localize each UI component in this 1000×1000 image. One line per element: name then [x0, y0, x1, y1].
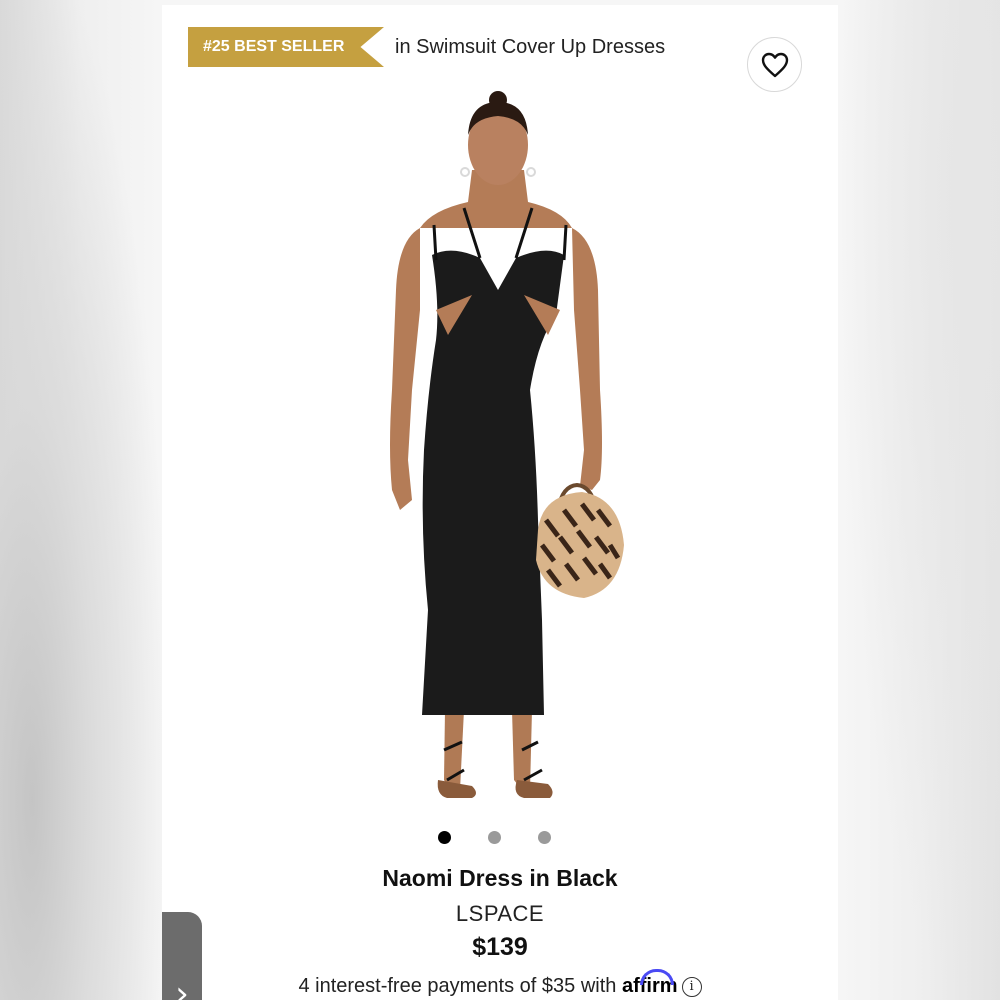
product-brand[interactable]: LSPACE — [162, 901, 838, 927]
chevron-right-icon: › — [175, 974, 189, 1000]
product-card: #25 BEST SELLER in Swimsuit Cover Up Dre… — [162, 5, 838, 1000]
background-left — [0, 0, 162, 1000]
best-seller-category[interactable]: in Swimsuit Cover Up Dresses — [395, 36, 665, 59]
next-image-tab[interactable]: › — [162, 912, 202, 1000]
product-price: $139 — [472, 933, 528, 961]
heart-icon — [761, 52, 788, 77]
financing-text: 4 interest-free payments of $35 with — [298, 975, 617, 997]
background-right — [838, 0, 1000, 1000]
pagination-dot-2[interactable] — [488, 831, 501, 844]
pagination-dot-3[interactable] — [538, 831, 551, 844]
product-image[interactable] — [352, 90, 652, 820]
affirm-logo: affirm — [622, 969, 678, 997]
affirm-financing: 4 interest-free payments of $35 with aff… — [162, 969, 838, 998]
pagination-dot-1[interactable] — [438, 831, 451, 844]
best-seller-badge: #25 BEST SELLER — [188, 27, 384, 67]
favorite-button[interactable] — [747, 37, 802, 92]
product-name: Naomi Dress in Black — [382, 865, 618, 891]
best-seller-rank: #25 BEST SELLER — [203, 38, 345, 55]
best-seller-row: #25 BEST SELLER in Swimsuit Cover Up Dre… — [188, 27, 665, 67]
image-pagination — [438, 831, 568, 845]
info-icon[interactable]: i — [681, 976, 702, 997]
